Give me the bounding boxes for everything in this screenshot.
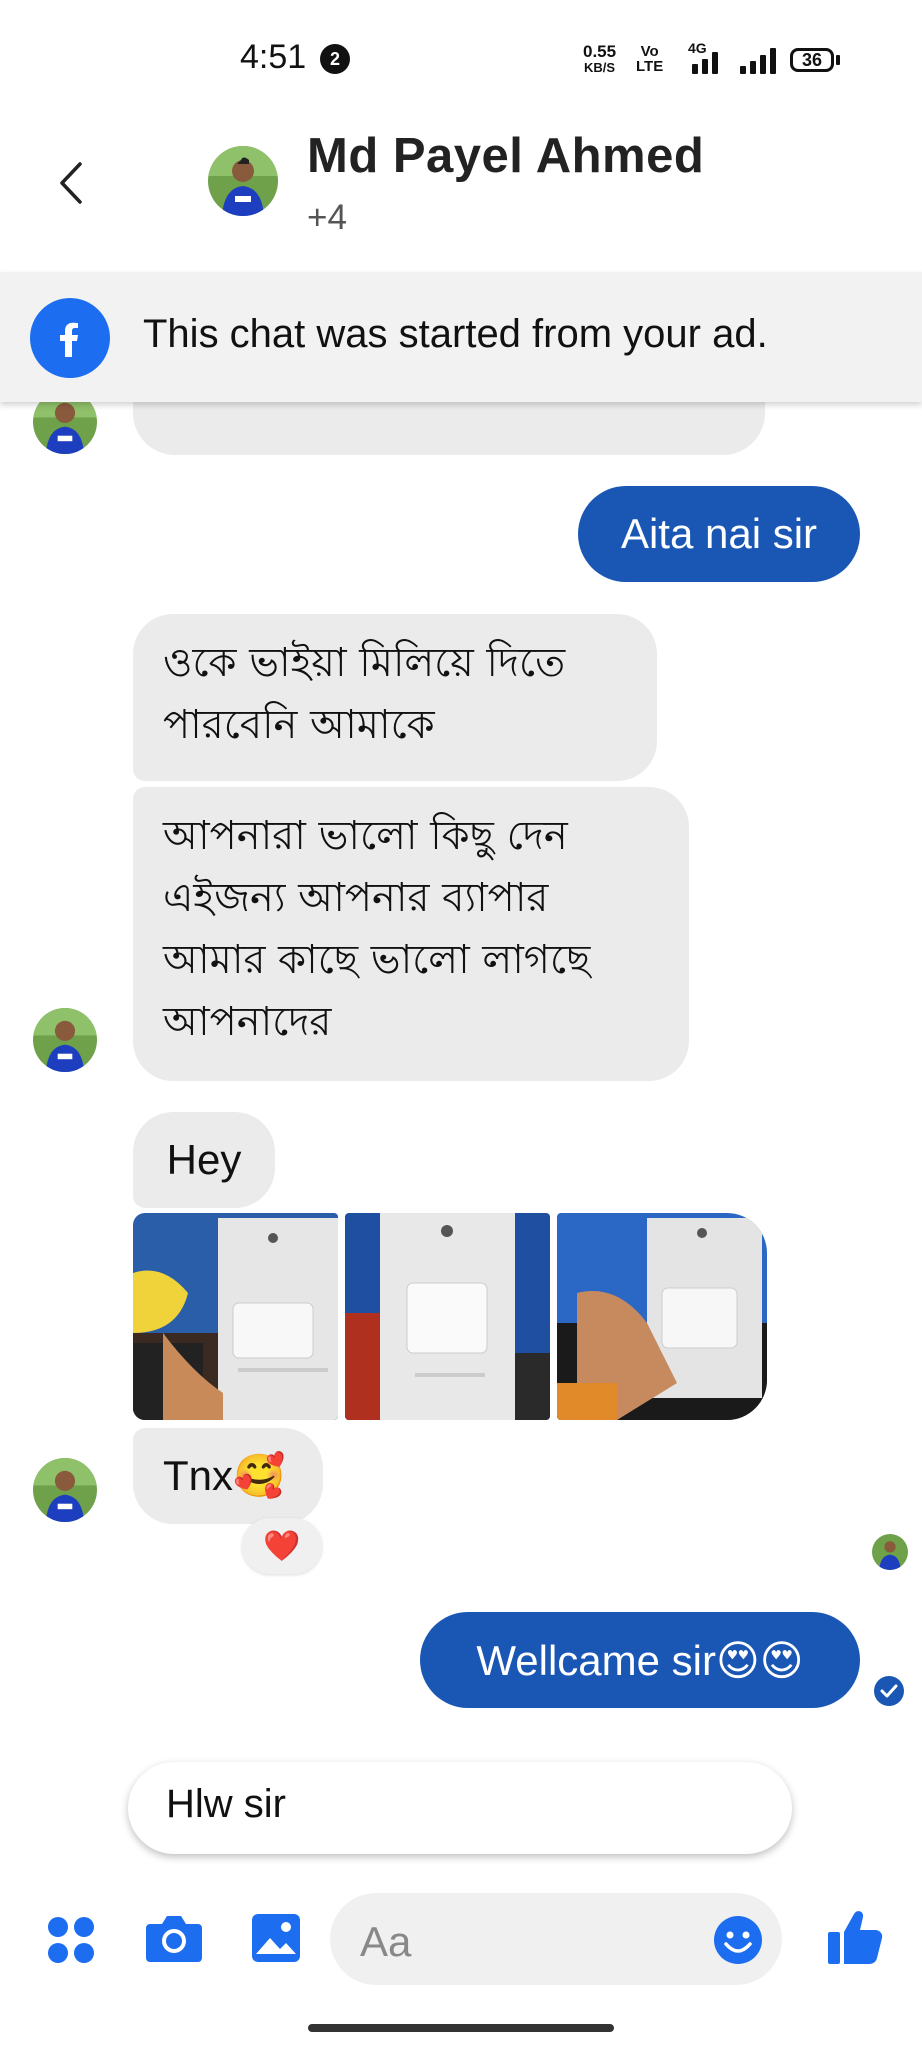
message-line: পারবেনি আমাকে — [163, 702, 435, 748]
volte-indicator: Vo LTE — [636, 44, 663, 74]
message-reaction[interactable]: ❤️ — [242, 1518, 322, 1574]
gallery-button[interactable] — [250, 1912, 302, 1969]
network-speed: 0.55 KB/S — [583, 42, 617, 76]
status-time: 4:51 — [240, 38, 307, 76]
seen-avatar — [872, 1534, 908, 1570]
signal-1-icon — [692, 52, 718, 74]
message-line: আমার কাছে ভালো লাগছে — [163, 937, 591, 983]
thumbs-up-icon — [828, 1911, 883, 1964]
emoji-button[interactable] — [712, 1914, 764, 1971]
battery-tip — [836, 55, 840, 65]
message-text: Aita nai sir — [620, 510, 818, 557]
incoming-message[interactable]: আপনারা ভালো কিছু দেন এইজন্য আপনার ব্যাপা… — [133, 787, 689, 1081]
contact-avatar[interactable] — [208, 146, 278, 216]
like-button[interactable] — [826, 1908, 884, 1971]
signal-2-icon — [740, 48, 776, 74]
incoming-message[interactable]: Tnx🥰 — [133, 1428, 323, 1524]
volte-bottom: LTE — [636, 58, 664, 75]
message-text: Hey — [166, 1136, 242, 1183]
notification-badge: 2 — [320, 44, 350, 74]
read-receipt-icon — [874, 1676, 904, 1711]
message-input-placeholder: Aa — [360, 1918, 412, 1965]
sender-avatar[interactable] — [33, 1008, 97, 1072]
photo-attachment-2[interactable] — [345, 1213, 550, 1420]
home-indicator — [308, 2024, 614, 2032]
participants-count: +4 — [307, 198, 347, 237]
incoming-message[interactable]: ওকে ভাইয়া মিলিয়ে দিতে পারবেনি আমাকে — [133, 614, 657, 781]
message-line: আপনাদের — [163, 999, 332, 1045]
photo-attachment-3[interactable] — [557, 1213, 767, 1420]
more-actions-button[interactable] — [46, 1915, 96, 1965]
incoming-message[interactable]: Hey — [133, 1112, 275, 1208]
ad-banner-text: This chat was started from your ad. — [143, 312, 768, 356]
heart-reaction-icon: ❤️ — [263, 1529, 301, 1563]
camera-button[interactable] — [144, 1912, 204, 1969]
battery-icon: 36 — [790, 48, 834, 72]
message-line: আপনারা ভালো কিছু দেন — [163, 813, 568, 859]
camera-icon — [146, 1916, 202, 1962]
message-text: Tnx🥰 — [163, 1451, 286, 1499]
outgoing-message[interactable]: Wellcame sir😍😍 — [420, 1612, 860, 1708]
facebook-icon — [30, 298, 110, 378]
network-speed-value: 0.55 — [583, 42, 617, 61]
sender-avatar[interactable] — [33, 1458, 97, 1522]
outgoing-message[interactable]: Aita nai sir — [578, 486, 860, 582]
gallery-icon — [252, 1914, 300, 1962]
message-text: Wellcame sir😍😍 — [476, 1636, 804, 1684]
network-speed-unit: KB/S — [584, 60, 616, 75]
conversation-title[interactable]: Md Payel Ahmed — [307, 128, 704, 184]
suggested-reply[interactable]: Hlw sir — [128, 1762, 792, 1854]
message-line: এইজন্য আপনার ব্যাপার — [163, 875, 549, 921]
back-icon — [60, 162, 82, 204]
emoji-icon — [714, 1916, 762, 1964]
message-line: ওকে ভাইয়া মিলিয়ে দিতে — [163, 640, 566, 686]
volte-top: Vo — [640, 43, 659, 60]
menu-dots-icon — [48, 1917, 94, 1963]
back-button[interactable] — [58, 160, 84, 211]
photo-attachment-1[interactable] — [133, 1213, 338, 1420]
